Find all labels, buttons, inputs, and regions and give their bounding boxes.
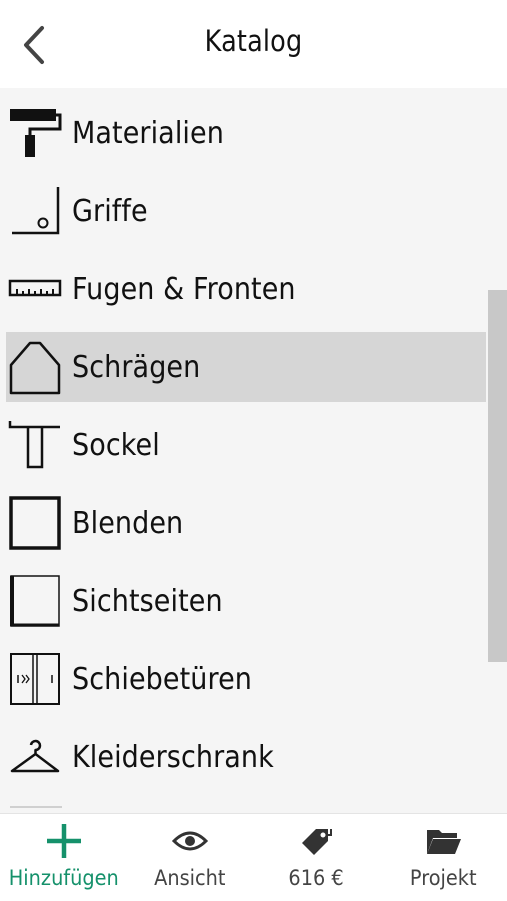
catalog-item-materialien[interactable]: Materialien bbox=[6, 98, 486, 168]
side-panel-icon bbox=[8, 573, 62, 629]
page-title: Katalog bbox=[204, 24, 303, 58]
catalog-item-label: Materialien bbox=[72, 115, 224, 151]
catalog-item-kleiderschrank[interactable]: Kleiderschrank bbox=[6, 722, 486, 792]
catalog-item-blenden[interactable]: Blenden bbox=[6, 488, 486, 558]
plus-icon bbox=[45, 820, 83, 862]
catalog-item-schiebetueren[interactable]: Schiebetüren bbox=[6, 644, 486, 714]
tab-projekt[interactable]: Projekt bbox=[380, 814, 507, 901]
catalog-item-label: Sichtseiten bbox=[72, 583, 223, 619]
catalog-item-fugen-fronten[interactable]: Fugen & Fronten bbox=[6, 254, 486, 324]
folder-icon bbox=[425, 820, 463, 862]
catalog-item-label: Fugen & Fronten bbox=[72, 271, 296, 307]
catalog-item-griffe[interactable]: Griffe bbox=[6, 176, 486, 246]
paint-roller-icon bbox=[8, 105, 62, 161]
bottom-tab-bar: Hinzufügen Ansicht 616 € Projekt bbox=[0, 813, 507, 901]
sliding-door-icon bbox=[8, 651, 62, 707]
catalog-item-label: Blenden bbox=[72, 505, 184, 541]
ruler-icon bbox=[8, 261, 62, 317]
header-bar: Katalog bbox=[0, 0, 507, 88]
catalog-item-schraegen[interactable]: Schrägen bbox=[6, 332, 486, 402]
price-tag-icon bbox=[298, 820, 336, 862]
tab-label: Hinzufügen bbox=[8, 866, 119, 890]
tab-label: 616 € bbox=[288, 866, 345, 890]
tab-ansicht[interactable]: Ansicht bbox=[127, 814, 253, 901]
plinth-icon bbox=[8, 417, 62, 473]
tab-preis[interactable]: 616 € bbox=[253, 814, 380, 901]
panel-frame-icon bbox=[8, 495, 62, 551]
catalog-item-label: Schrägen bbox=[72, 349, 201, 385]
catalog-item-sichtseiten[interactable]: Sichtseiten bbox=[6, 566, 486, 636]
next-item-partial bbox=[10, 806, 62, 813]
tab-label: Projekt bbox=[410, 866, 477, 890]
catalog-item-label: Griffe bbox=[72, 193, 148, 229]
catalog-item-label: Schiebetüren bbox=[72, 661, 252, 697]
catalog-item-sockel[interactable]: Sockel bbox=[6, 410, 486, 480]
slope-icon bbox=[8, 339, 62, 395]
handle-icon bbox=[8, 183, 62, 239]
catalog-item-label: Sockel bbox=[72, 427, 160, 463]
catalog-list[interactable]: Materialien Griffe Fugen & Fronten Schrä… bbox=[0, 88, 507, 813]
tab-label: Ansicht bbox=[154, 866, 226, 890]
tab-hinzufuegen[interactable]: Hinzufügen bbox=[0, 814, 127, 901]
scrollbar[interactable] bbox=[488, 290, 507, 662]
hanger-icon bbox=[8, 729, 62, 785]
catalog-item-label: Kleiderschrank bbox=[72, 739, 274, 775]
eye-icon bbox=[172, 820, 208, 862]
